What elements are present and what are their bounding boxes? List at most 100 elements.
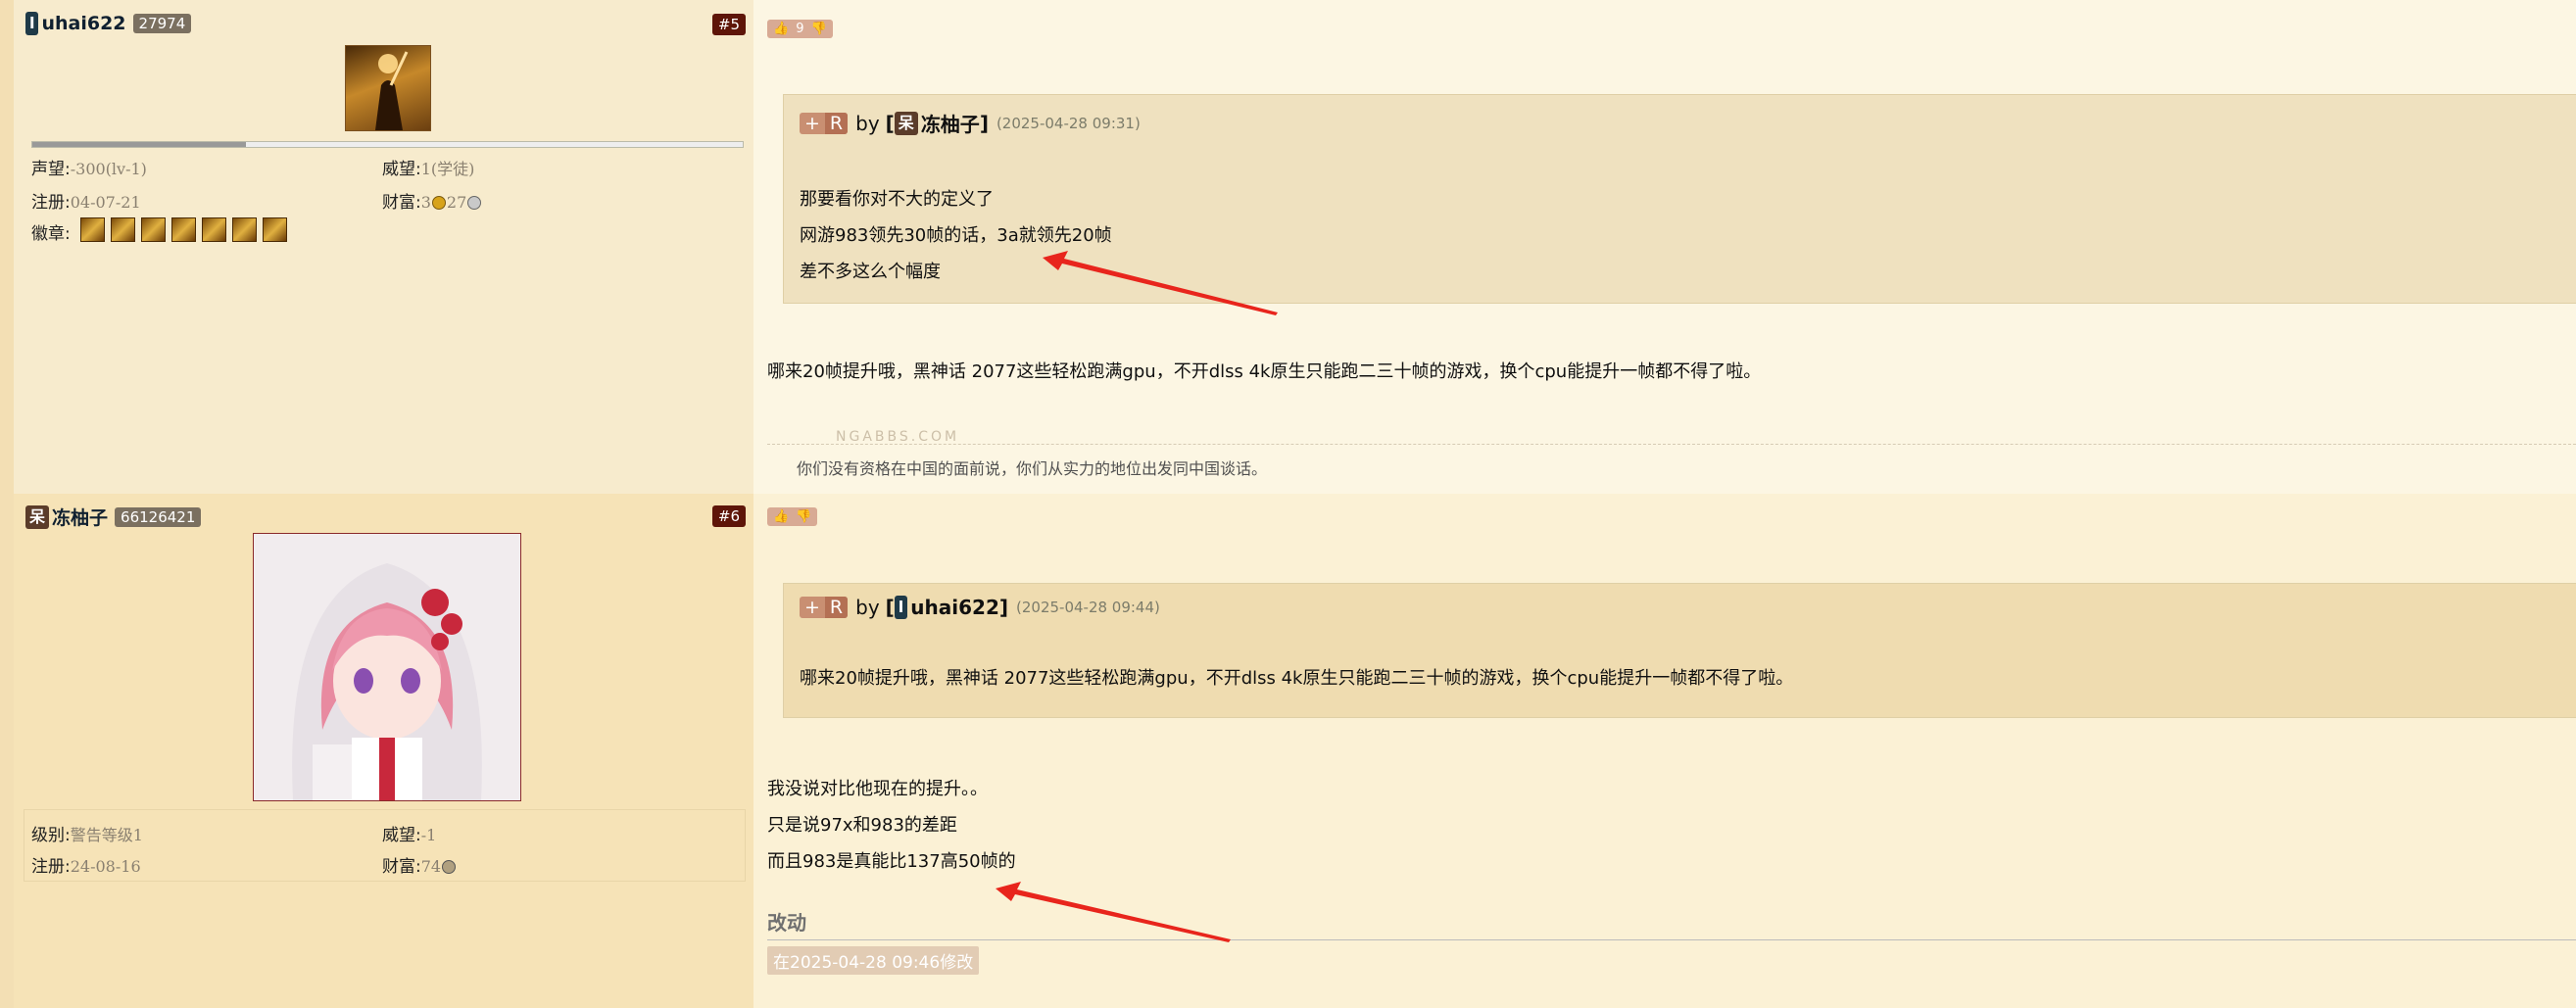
post-body: 我没说对比他现在的提升。。 只是说97x和983的差距 而且983是真能比137… [767, 771, 1016, 880]
quote-author[interactable]: 冻柚子 [921, 109, 980, 137]
level-stat: 级别:警告等级1 [31, 821, 143, 845]
register-label: 注册: [31, 193, 71, 213]
left-edge [0, 494, 14, 1008]
user-info-panel: l uhai622 27974 #5 声望:-300(lv-1) 威望:1(学徒… [14, 0, 753, 494]
medal-list [80, 217, 287, 242]
prestige-label: 声望: [31, 160, 71, 179]
quote-actions[interactable]: + R [800, 112, 849, 134]
authority-stat: 威望:-1 [382, 821, 436, 845]
quote-date: (2025-04-28 09:44) [1016, 599, 1160, 616]
quote-reply-button[interactable]: R [824, 112, 849, 134]
register-stat: 注册:04-07-21 [31, 188, 141, 213]
body-line: 哪来20帧提升哦，黑神话 2077这些轻松跑满gpu，不开dlss 4k原生只能… [767, 361, 1762, 382]
red-arrow-annotation [1043, 251, 1278, 315]
user-id-badge[interactable]: 27974 [132, 14, 192, 33]
username-text[interactable]: 冻柚子 [52, 504, 108, 530]
quote-actions[interactable]: + R [800, 597, 849, 618]
body-line: 而且983是真能比137高50帧的 [767, 851, 1016, 872]
wealth-value: 74 [420, 857, 442, 876]
medal-icon[interactable] [202, 217, 226, 242]
authority-label: 威望: [382, 826, 421, 845]
wealth-label: 财富: [382, 193, 421, 213]
register-value: 04-07-21 [70, 193, 141, 212]
register-label: 注册: [31, 857, 71, 877]
reputation-bar [31, 141, 744, 148]
user-badge: l [25, 12, 39, 35]
edit-history-title: 改动 [767, 911, 806, 935]
authority-label: 威望: [382, 160, 421, 179]
silver-coin-icon [467, 196, 482, 210]
quote-line: 网游983领先30帧的话，3a就领先20帧 [800, 225, 1112, 246]
quote-text: 哪来20帧提升哦，黑神话 2077这些轻松跑满gpu，不开dlss 4k原生只能… [800, 660, 1793, 696]
wealth-stat: 财富:74 [382, 852, 457, 877]
user-badge: 呆 [25, 504, 50, 529]
vote-count: 9 [796, 22, 804, 36]
level-value: 警告等级1 [70, 826, 143, 844]
signature-divider [767, 444, 2576, 445]
username-text[interactable]: uhai622 [41, 13, 125, 34]
thumb-down-icon[interactable]: 👎 [810, 22, 826, 36]
body-line: 只是说97x和983的差距 [767, 815, 957, 836]
reputation-bar-fill [32, 142, 246, 147]
quote-header: + R by [ l uhai622 ] (2025-04-28 09:44) [800, 596, 1160, 619]
signature: 你们没有资格在中国的面前说，你们从实力的地位出发同中国谈话。 [797, 459, 1268, 478]
left-edge [0, 0, 14, 494]
copper-coin-icon [442, 860, 457, 874]
wealth-label: 财富: [382, 857, 421, 877]
body-line: 我没说对比他现在的提升。。 [767, 779, 988, 799]
watermark: NGABBS.COM [836, 429, 960, 445]
avatar[interactable] [253, 533, 521, 801]
register-value: 24-08-16 [70, 857, 141, 876]
post-body: 哪来20帧提升哦，黑神话 2077这些轻松跑满gpu，不开dlss 4k原生只能… [767, 354, 1761, 390]
quote-close-bracket: ] [979, 111, 989, 135]
wealth-silver-value: 27 [446, 193, 467, 212]
medal-icon[interactable] [80, 217, 105, 242]
quote-open-bracket: [ [885, 596, 895, 619]
post-5: l uhai622 27974 #5 声望:-300(lv-1) 威望:1(学徒… [0, 0, 2576, 494]
thumb-up-icon[interactable]: 👍 [773, 22, 789, 36]
quote-reply-button[interactable]: R [824, 597, 849, 618]
medal-icon[interactable] [141, 217, 166, 242]
medal-icon[interactable] [263, 217, 287, 242]
quote-close-bracket: ] [998, 596, 1008, 619]
vote-box[interactable]: 👍 👎 [767, 507, 818, 526]
red-arrow-annotation [996, 882, 1231, 942]
quote-plus-button[interactable]: + [800, 597, 825, 618]
level-label: 级别: [31, 826, 71, 845]
quote-plus-button[interactable]: + [800, 113, 825, 134]
user-id-badge[interactable]: 66126421 [115, 506, 202, 527]
avatar[interactable] [345, 45, 431, 131]
quote-block: + R by [ l uhai622 ] (2025-04-28 09:44) … [783, 583, 2576, 718]
username[interactable]: 呆 冻柚子 66126421 [25, 504, 202, 530]
medal-icon[interactable] [171, 217, 196, 242]
thumb-up-icon[interactable]: 👍 [773, 509, 789, 524]
quote-author[interactable]: uhai622 [910, 596, 999, 619]
wealth-gold-value: 3 [420, 193, 431, 212]
medal-icon[interactable] [111, 217, 135, 242]
medals-label: 徽章: [31, 224, 71, 244]
quote-open-bracket: [ [885, 111, 895, 135]
user-info-panel: 呆 冻柚子 66126421 #6 级别:警告等级1 威望:-1 注册:24-0… [14, 494, 753, 1008]
authority-value: 1(学徒) [420, 160, 475, 178]
quote-line: 哪来20帧提升哦，黑神话 2077这些轻松跑满gpu，不开dlss 4k原生只能… [800, 668, 1794, 689]
quote-author-badge: 呆 [894, 111, 918, 135]
vote-box[interactable]: 👍 9 👎 [767, 20, 833, 38]
post-number[interactable]: #5 [711, 14, 746, 35]
post-6: 呆 冻柚子 66126421 #6 级别:警告等级1 威望:-1 注册:24-0… [0, 494, 2576, 1008]
username[interactable]: l uhai622 27974 [25, 12, 192, 35]
quote-date: (2025-04-28 09:31) [996, 114, 1141, 132]
register-stat: 注册:24-08-16 [31, 852, 141, 877]
medal-icon[interactable] [232, 217, 257, 242]
quote-line: 那要看你对不大的定义了 [800, 189, 994, 210]
wealth-stat: 财富:3 27 [382, 188, 482, 213]
prestige-stat: 声望:-300(lv-1) [31, 155, 147, 179]
quote-author-badge: l [894, 596, 908, 619]
edit-timestamp-badge: 在2025-04-28 09:46修改 [767, 946, 980, 975]
authority-value: -1 [420, 826, 437, 844]
thumb-down-icon[interactable]: 👎 [796, 509, 811, 524]
post-number[interactable]: #6 [711, 505, 746, 527]
quote-by: by [855, 111, 880, 135]
quote-by: by [855, 596, 880, 619]
prestige-value: -300(lv-1) [70, 160, 147, 178]
authority-stat: 威望:1(学徒) [382, 155, 474, 179]
